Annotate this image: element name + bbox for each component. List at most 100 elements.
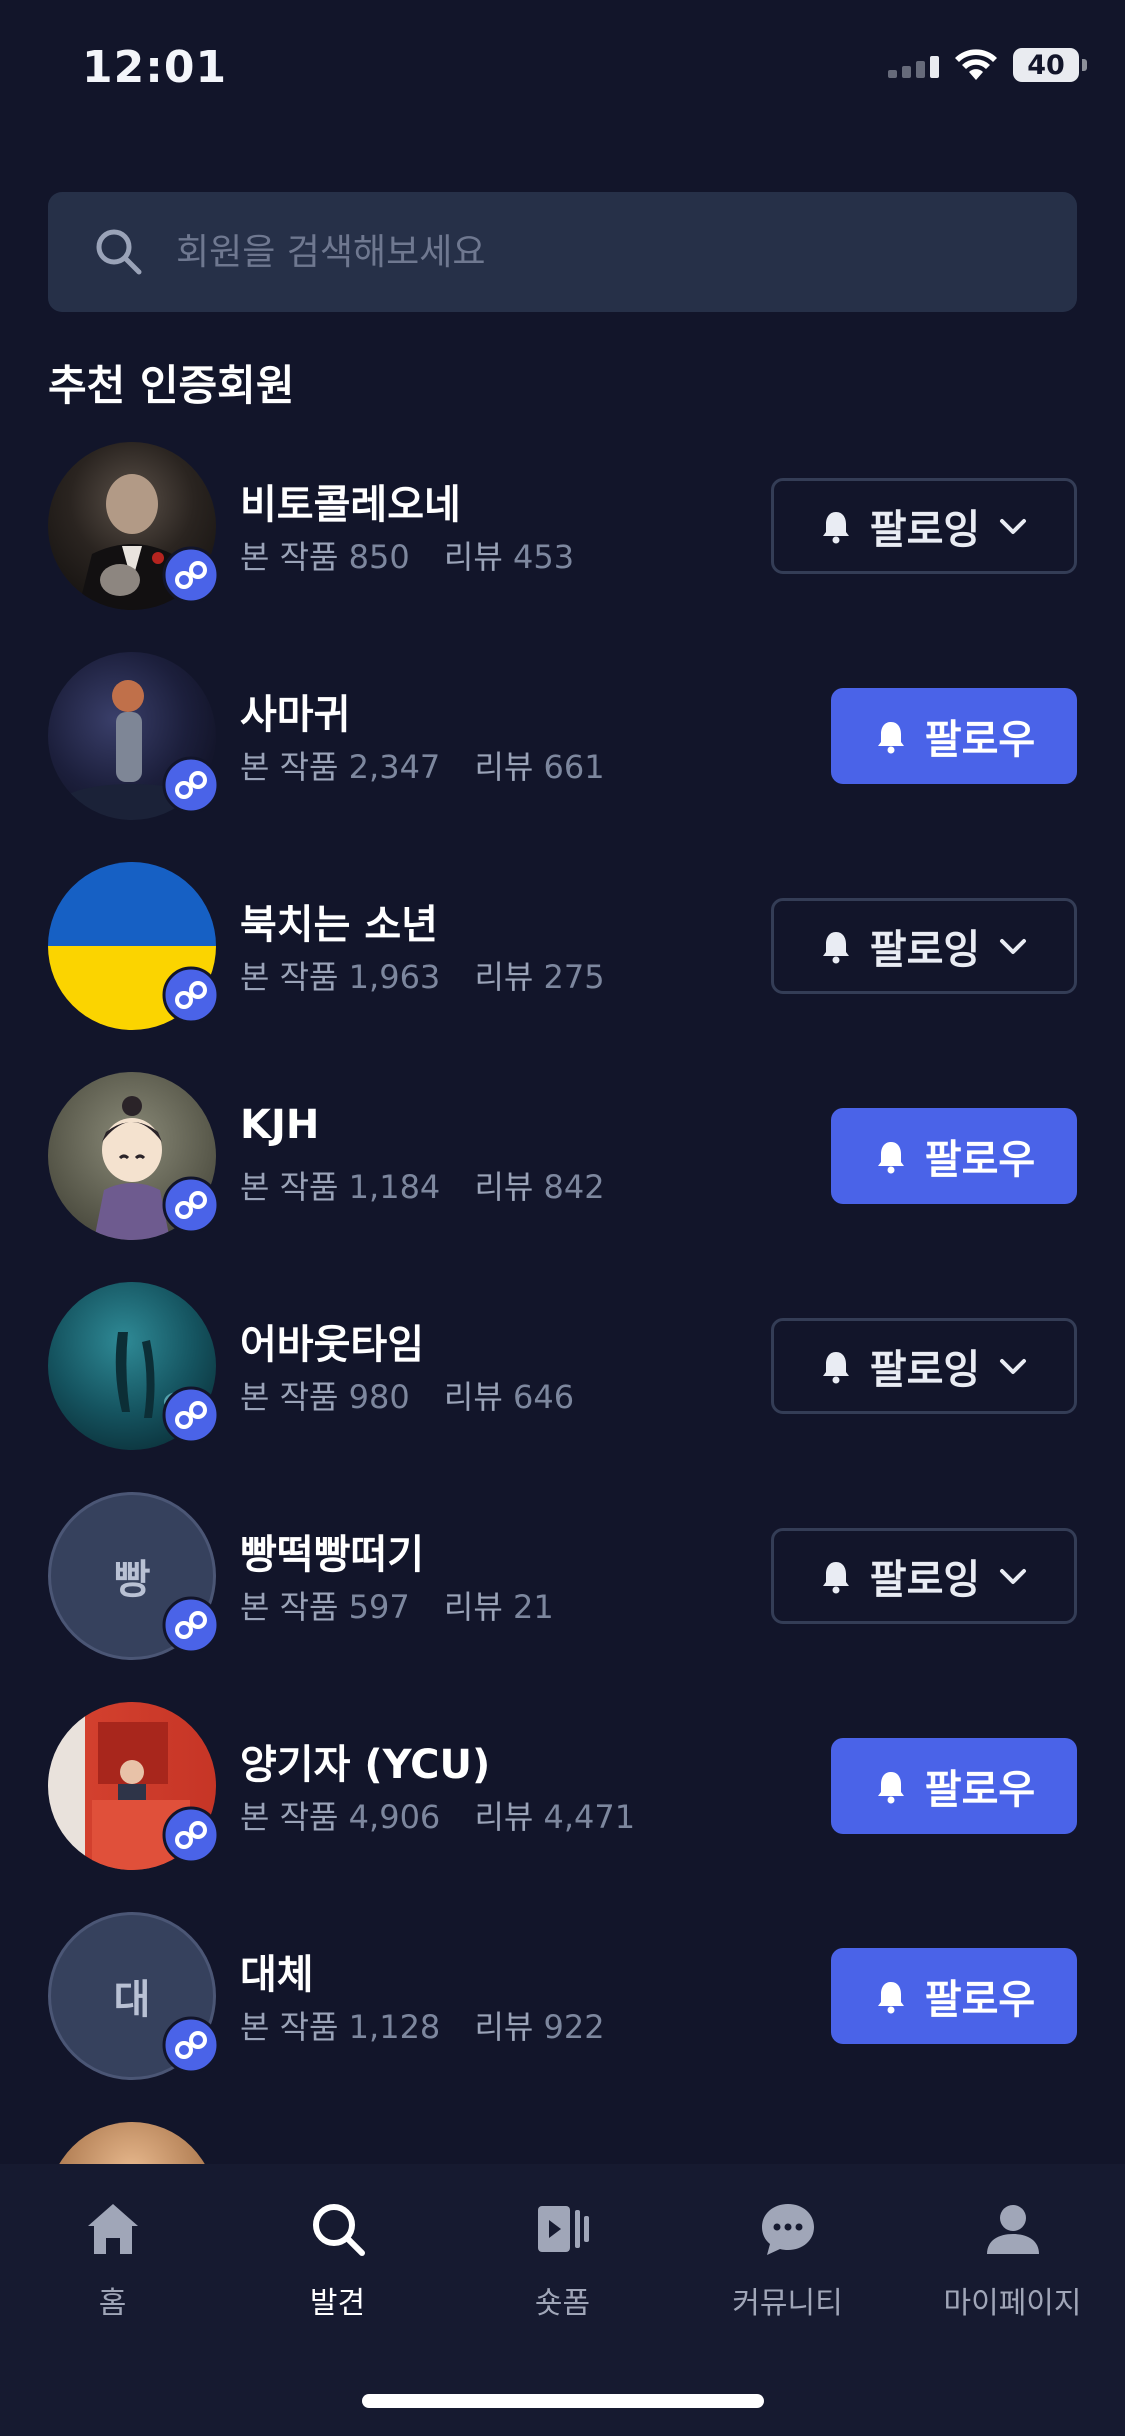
nav-discover[interactable]: 발견 bbox=[225, 2198, 450, 2322]
member-name: 빵떡빵떠기 bbox=[240, 1532, 424, 1578]
status-bar: 12:01 40 bbox=[0, 0, 1125, 140]
avatar[interactable] bbox=[48, 1072, 220, 1240]
avatar[interactable] bbox=[48, 862, 220, 1030]
nav-community[interactable]: 커뮤니티 bbox=[675, 2198, 900, 2322]
member-row[interactable]: 양기자 (YCU) 본 작품 4,906 리뷰 4,471 팔로우 bbox=[0, 1690, 1125, 1900]
following-label: 팔로잉 bbox=[869, 507, 981, 553]
member-row-partial[interactable] bbox=[0, 2110, 1125, 2164]
reviews-count: 661 bbox=[543, 748, 605, 786]
bell-icon bbox=[822, 1562, 849, 1594]
follow-button[interactable]: 팔로우 bbox=[831, 1108, 1077, 1204]
follow-button[interactable]: 팔로우 bbox=[831, 1738, 1077, 1834]
cellular-signal-icon bbox=[888, 52, 939, 78]
avatar[interactable] bbox=[48, 442, 220, 610]
verified-badge-icon bbox=[162, 966, 220, 1024]
following-button[interactable]: 팔로잉 bbox=[771, 1528, 1077, 1624]
member-stats: 본 작품 4,906 리뷰 4,471 bbox=[240, 1792, 659, 1838]
following-label: 팔로잉 bbox=[869, 1557, 981, 1603]
chevron-down-icon bbox=[1000, 939, 1027, 954]
search-icon bbox=[96, 229, 142, 275]
avatar[interactable]: 대 bbox=[48, 1912, 220, 2080]
works-label: 본 작품 bbox=[240, 1168, 339, 1206]
avatar[interactable] bbox=[48, 652, 220, 820]
works-label: 본 작품 bbox=[240, 1798, 339, 1836]
chevron-down-icon bbox=[1000, 1569, 1027, 1584]
member-stats: 본 작품 1,128 리뷰 922 bbox=[240, 2002, 629, 2048]
bell-icon bbox=[877, 1982, 904, 2014]
member-search-bar[interactable] bbox=[48, 192, 1077, 312]
member-row[interactable]: 빵 빵떡빵떠기 본 작품 597 리뷰 21 팔로잉 bbox=[0, 1480, 1125, 1690]
member-list[interactable]: 비토콜레오네 본 작품 850 리뷰 453 팔로잉 사마귀 본 작품 2,34… bbox=[0, 430, 1125, 2164]
reviews-count: 4,471 bbox=[543, 1798, 636, 1836]
works-count: 1,184 bbox=[348, 1168, 441, 1206]
following-label: 팔로잉 bbox=[869, 927, 981, 973]
reviews-label: 리뷰 bbox=[474, 748, 534, 786]
chat-bubble-icon bbox=[761, 2204, 814, 2255]
reviews-count: 922 bbox=[543, 2008, 605, 2046]
section-title: 추천 인증회원 bbox=[48, 361, 295, 410]
status-indicators: 40 bbox=[888, 48, 1087, 82]
nav-label: 마이페이지 bbox=[943, 2286, 1082, 2321]
member-stats: 본 작품 2,347 리뷰 661 bbox=[240, 742, 629, 788]
follow-button[interactable]: 팔로우 bbox=[831, 688, 1077, 784]
following-button[interactable]: 팔로잉 bbox=[771, 478, 1077, 574]
member-row[interactable]: KJH 본 작품 1,184 리뷰 842 팔로우 bbox=[0, 1060, 1125, 1270]
home-indicator[interactable] bbox=[362, 2394, 764, 2408]
reviews-label: 리뷰 bbox=[474, 1798, 534, 1836]
following-button[interactable]: 팔로잉 bbox=[771, 1318, 1077, 1414]
member-name: 어바웃타임 bbox=[240, 1322, 424, 1368]
works-label: 본 작품 bbox=[240, 748, 339, 786]
member-row[interactable]: 북치는 소년 본 작품 1,963 리뷰 275 팔로잉 bbox=[0, 850, 1125, 1060]
member-name: 양기자 (YCU) bbox=[240, 1742, 491, 1788]
reviews-label: 리뷰 bbox=[443, 1588, 503, 1626]
member-stats: 본 작품 980 리뷰 646 bbox=[240, 1372, 598, 1418]
following-button[interactable]: 팔로잉 bbox=[771, 898, 1077, 994]
search-icon bbox=[312, 2204, 365, 2256]
reviews-count: 453 bbox=[512, 538, 575, 576]
member-row[interactable]: 비토콜레오네 본 작품 850 리뷰 453 팔로잉 bbox=[0, 430, 1125, 640]
member-name: 사마귀 bbox=[240, 692, 351, 738]
works-label: 본 작품 bbox=[240, 1588, 339, 1626]
avatar[interactable]: 빵 bbox=[48, 1492, 220, 1660]
member-name: 북치는 소년 bbox=[240, 902, 438, 948]
verified-badge-icon bbox=[162, 546, 220, 604]
avatar[interactable] bbox=[48, 2122, 216, 2164]
member-row[interactable]: 어바웃타임 본 작품 980 리뷰 646 팔로잉 bbox=[0, 1270, 1125, 1480]
nav-home[interactable]: 홈 bbox=[0, 2198, 225, 2322]
works-count: 850 bbox=[348, 538, 410, 576]
follow-label: 팔로우 bbox=[924, 1137, 1036, 1183]
member-stats: 본 작품 597 리뷰 21 bbox=[240, 1582, 578, 1628]
verified-badge-icon bbox=[162, 756, 220, 814]
reviews-label: 리뷰 bbox=[474, 2008, 534, 2046]
works-count: 980 bbox=[348, 1378, 410, 1416]
reviews-label: 리뷰 bbox=[474, 1168, 534, 1206]
search-input[interactable] bbox=[176, 192, 1077, 312]
member-name: KJH bbox=[240, 1102, 320, 1148]
bell-icon bbox=[822, 512, 849, 544]
chevron-down-icon bbox=[1000, 519, 1027, 534]
bell-icon bbox=[822, 1352, 849, 1384]
verified-badge-icon bbox=[162, 1176, 220, 1234]
avatar[interactable] bbox=[48, 1702, 220, 1870]
avatar[interactable] bbox=[48, 1282, 220, 1450]
reviews-count: 646 bbox=[512, 1378, 575, 1416]
nav-mypage[interactable]: 마이페이지 bbox=[900, 2198, 1125, 2322]
member-name: 비토콜레오네 bbox=[240, 482, 461, 528]
works-label: 본 작품 bbox=[240, 538, 339, 576]
works-count: 597 bbox=[348, 1588, 410, 1626]
reviews-count: 21 bbox=[512, 1588, 554, 1626]
follow-button[interactable]: 팔로우 bbox=[831, 1948, 1077, 2044]
member-row[interactable]: 사마귀 본 작품 2,347 리뷰 661 팔로우 bbox=[0, 640, 1125, 850]
follow-label: 팔로우 bbox=[924, 1767, 1036, 1813]
verified-badge-icon bbox=[162, 2016, 220, 2074]
member-row[interactable]: 대 대체 본 작품 1,128 리뷰 922 팔로우 bbox=[0, 1900, 1125, 2110]
reviews-label: 리뷰 bbox=[443, 538, 503, 576]
wifi-icon bbox=[955, 49, 997, 80]
home-icon bbox=[87, 2204, 138, 2254]
follow-label: 팔로우 bbox=[924, 1977, 1036, 2023]
nav-shortform[interactable]: 숏폼 bbox=[450, 2198, 675, 2322]
member-name: 대체 bbox=[240, 1952, 314, 1998]
nav-label: 숏폼 bbox=[534, 2286, 591, 2321]
verified-badge-icon bbox=[162, 1386, 220, 1444]
profile-icon bbox=[986, 2205, 1039, 2254]
